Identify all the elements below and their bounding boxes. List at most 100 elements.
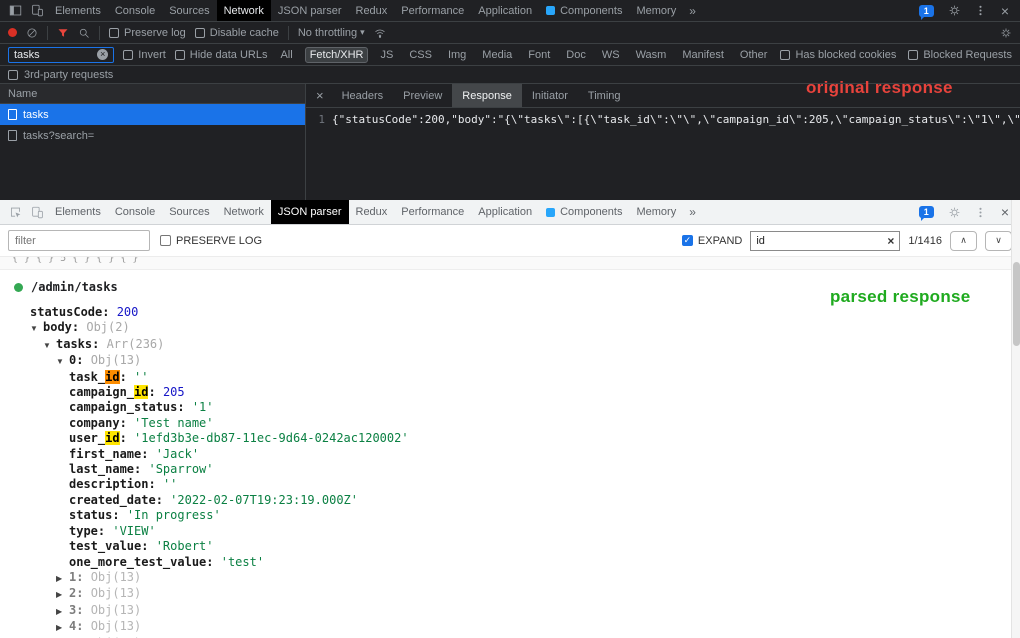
tree-row-2[interactable]: ▶2: Obj(13) <box>16 586 1020 602</box>
type-filter-other[interactable]: Other <box>736 48 772 62</box>
throttling-dropdown[interactable]: No throttling▾ <box>298 27 365 39</box>
tab-redux[interactable]: Redux <box>349 200 395 224</box>
type-filter-fetch-xhr[interactable]: Fetch/XHR <box>305 47 369 63</box>
more-options-icon[interactable] <box>970 0 992 21</box>
checkbox[interactable] <box>175 50 185 60</box>
vertical-scrollbar[interactable] <box>1011 200 1020 638</box>
tree-row-body[interactable]: ▼body: Obj(2) <box>16 320 1020 336</box>
checkbox[interactable] <box>908 50 918 60</box>
response-body[interactable]: 1 {"statusCode":200,"body":"{\"tasks\":[… <box>306 108 1020 200</box>
checkbox[interactable] <box>123 50 133 60</box>
preserve-log-checkbox[interactable]: Preserve log <box>109 27 186 39</box>
issues-badge[interactable]: 1 <box>919 5 934 17</box>
previous-match-button[interactable]: ∧ <box>950 231 977 251</box>
tree-row-status[interactable]: status: 'In progress' <box>16 508 1020 523</box>
tab-console[interactable]: Console <box>108 200 162 224</box>
tree-row-one-more-test-value[interactable]: one_more_test_value: 'test' <box>16 555 1020 570</box>
type-filter-img[interactable]: Img <box>444 48 470 62</box>
type-filter-wasm[interactable]: Wasm <box>632 48 671 62</box>
checkbox[interactable] <box>160 235 171 246</box>
tab-elements[interactable]: Elements <box>48 0 108 21</box>
filter-funnel-icon[interactable] <box>57 27 69 39</box>
tree-row-campaign-status[interactable]: campaign_status: '1' <box>16 400 1020 415</box>
tree-row-statuscode[interactable]: statusCode: 200 <box>16 305 1020 320</box>
more-tabs-icon[interactable]: » <box>683 4 702 18</box>
collapse-arrow-icon[interactable]: ▼ <box>30 321 43 336</box>
more-options-icon[interactable] <box>970 200 992 224</box>
type-filter-ws[interactable]: WS <box>598 48 624 62</box>
tree-row-campaign-id[interactable]: campaign_id: 205 <box>16 385 1020 400</box>
inspect-element-icon[interactable] <box>4 200 26 224</box>
tab-sources[interactable]: Sources <box>162 200 216 224</box>
tab-performance[interactable]: Performance <box>394 200 471 224</box>
settings-gear-icon[interactable] <box>944 200 966 224</box>
type-filter-all[interactable]: All <box>276 48 296 62</box>
tab-network[interactable]: Network <box>217 0 271 21</box>
tab-console[interactable]: Console <box>108 0 162 21</box>
invert-checkbox[interactable]: Invert <box>123 49 166 61</box>
dock-side-icon[interactable] <box>4 0 26 21</box>
disable-cache-checkbox[interactable]: Disable cache <box>195 27 279 39</box>
expand-arrow-icon[interactable]: ▶ <box>56 587 69 602</box>
next-match-button[interactable]: ∨ <box>985 231 1012 251</box>
type-filter-manifest[interactable]: Manifest <box>678 48 728 62</box>
request-row[interactable]: tasks <box>0 104 305 125</box>
record-network-log-icon[interactable] <box>8 28 17 37</box>
checkbox[interactable] <box>109 28 119 38</box>
tab-application[interactable]: Application <box>471 0 539 21</box>
response-tab-headers[interactable]: Headers <box>332 84 394 107</box>
tree-row-task-id[interactable]: task_id: '' <box>16 370 1020 385</box>
response-tab-timing[interactable]: Timing <box>578 84 631 107</box>
tab-json-parser[interactable]: JSON parser <box>271 0 349 21</box>
expand-arrow-icon[interactable]: ▶ <box>56 571 69 586</box>
close-devtools-icon[interactable]: × <box>996 3 1014 19</box>
expand-arrow-icon[interactable]: ▶ <box>56 620 69 635</box>
clear-filter-icon[interactable]: × <box>97 49 108 60</box>
response-tab-preview[interactable]: Preview <box>393 84 452 107</box>
response-tab-initiator[interactable]: Initiator <box>522 84 578 107</box>
network-filter-input[interactable]: tasks × <box>8 47 114 63</box>
tree-row-description[interactable]: description: '' <box>16 477 1020 492</box>
tab-redux[interactable]: Redux <box>349 0 395 21</box>
tab-memory[interactable]: Memory <box>629 200 683 224</box>
tree-row-0[interactable]: ▼0: Obj(13) <box>16 353 1020 369</box>
type-filter-js[interactable]: JS <box>376 48 397 62</box>
tree-row-tasks[interactable]: ▼tasks: Arr(236) <box>16 337 1020 353</box>
expand-checkbox[interactable]: ✓EXPAND <box>682 235 742 247</box>
tree-row-last-name[interactable]: last_name: 'Sparrow' <box>16 462 1020 477</box>
device-toolbar-icon[interactable] <box>26 200 48 224</box>
more-tabs-icon[interactable]: » <box>683 205 702 219</box>
tree-row-1[interactable]: ▶1: Obj(13) <box>16 570 1020 586</box>
search-icon[interactable] <box>78 27 90 39</box>
network-settings-gear-icon[interactable] <box>1000 27 1012 39</box>
tree-row-first-name[interactable]: first_name: 'Jack' <box>16 447 1020 462</box>
tree-row-test-value[interactable]: test_value: 'Robert' <box>16 539 1020 554</box>
tree-row-type[interactable]: type: 'VIEW' <box>16 524 1020 539</box>
type-filter-font[interactable]: Font <box>524 48 554 62</box>
type-filter-css[interactable]: CSS <box>405 48 436 62</box>
expand-arrow-icon[interactable]: ▶ <box>56 604 69 619</box>
name-column-header[interactable]: Name <box>0 84 305 104</box>
hide-data-urls-checkbox[interactable]: Hide data URLs <box>175 49 268 61</box>
network-conditions-icon[interactable] <box>374 27 386 39</box>
tab-json-parser[interactable]: JSON parser <box>271 200 349 224</box>
clear-search-icon[interactable]: × <box>887 234 894 248</box>
clear-network-log-icon[interactable] <box>26 27 38 39</box>
tree-row-company[interactable]: company: 'Test name' <box>16 416 1020 431</box>
request-row[interactable]: tasks?search= <box>0 125 305 146</box>
checkbox[interactable] <box>780 50 790 60</box>
collapse-arrow-icon[interactable]: ▼ <box>56 354 69 369</box>
collapse-arrow-icon[interactable]: ▼ <box>43 338 56 353</box>
tab-sources[interactable]: Sources <box>162 0 216 21</box>
issues-badge[interactable]: 1 <box>919 206 934 218</box>
scrollbar-thumb[interactable] <box>1013 262 1020 346</box>
tab-performance[interactable]: Performance <box>394 0 471 21</box>
checkbox[interactable] <box>195 28 205 38</box>
preserve-log-checkbox[interactable]: PRESERVE LOG <box>160 235 262 247</box>
device-toolbar-icon[interactable] <box>26 0 48 21</box>
tab-components[interactable]: Components <box>539 200 629 224</box>
tab-memory[interactable]: Memory <box>629 0 683 21</box>
tree-row-user-id[interactable]: user_id: '1efd3b3e-db87-11ec-9d64-0242ac… <box>16 431 1020 446</box>
third-party-checkbox[interactable] <box>8 70 18 80</box>
tab-application[interactable]: Application <box>471 200 539 224</box>
